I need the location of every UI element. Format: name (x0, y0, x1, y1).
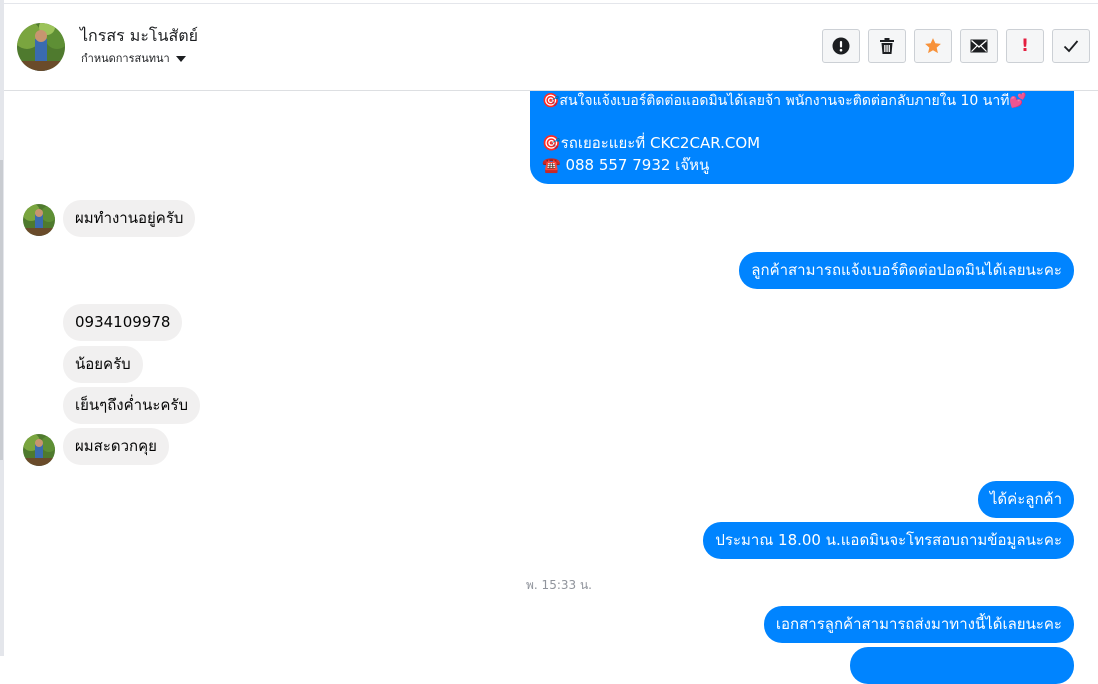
schedule-dropdown[interactable]: กำหนดการสนทนา (81, 49, 186, 67)
mark-done-button[interactable] (1052, 29, 1090, 63)
mark-unread-button[interactable] (960, 29, 998, 63)
alert-icon (832, 37, 850, 55)
message-outgoing: ได้ค่ะลูกค้า (977, 481, 1074, 518)
message-line: ☎️ 088 557 7932 เจ๊หนู (542, 156, 710, 174)
message-outgoing: เอกสารลูกค้าสามารถส่งมาทางนี้ได้เลยนะคะ (763, 606, 1074, 643)
avatar[interactable] (23, 204, 55, 236)
avatar[interactable] (17, 23, 65, 71)
message-thread[interactable]: 🎯สนใจแจ้งเบอร์ติดต่อแอดมินได้เลยจ้า พนัก… (4, 0, 1098, 684)
message-outgoing: ลูกค้าสามารถแจ้งเบอร์ติดต่อปอดมินได้เลยน… (739, 252, 1074, 289)
checkmark-icon (1063, 40, 1079, 53)
message-incoming: เย็นๆถึงค่ำนะครับ (63, 387, 201, 424)
conversation-header: ไกรสร มะโนสัตย์ กำหนดการสนทนา ! (4, 3, 1098, 91)
important-button[interactable]: ! (1006, 29, 1044, 63)
envelope-icon (970, 39, 988, 53)
delete-button[interactable] (868, 29, 906, 63)
report-button[interactable] (822, 29, 860, 63)
header-actions: ! (822, 29, 1090, 63)
schedule-label: กำหนดการสนทนา (81, 52, 170, 65)
message-outgoing-partial (850, 647, 1074, 684)
message-outgoing: ประมาณ 18.00 น.แอดมินจะโทรสอบถามข้อมูลนะ… (703, 522, 1074, 559)
trash-icon (880, 38, 894, 54)
message-incoming: น้อยครับ (63, 346, 143, 383)
message-incoming: ผมทำงานอยู่ครับ (63, 200, 196, 237)
star-button[interactable] (914, 29, 952, 63)
message-line: 🎯สนใจแจ้งเบอร์ติดต่อแอดมินได้เลยจ้า พนัก… (542, 93, 1027, 109)
avatar[interactable] (23, 434, 55, 466)
message-incoming: ผมสะดวกคุย (63, 428, 169, 465)
contact-name: ไกรสร มะโนสัตย์ (80, 26, 198, 45)
star-icon (925, 38, 941, 54)
message-line: 🎯รถเยอะแยะที่ CKC2CAR.COM (542, 134, 761, 152)
left-scrollbar[interactable] (0, 160, 3, 460)
timestamp: พ. 15:33 น. (526, 578, 592, 592)
exclamation-icon: ! (1021, 36, 1029, 56)
message-incoming: 0934109978 (63, 304, 183, 341)
caret-down-icon (175, 56, 186, 62)
